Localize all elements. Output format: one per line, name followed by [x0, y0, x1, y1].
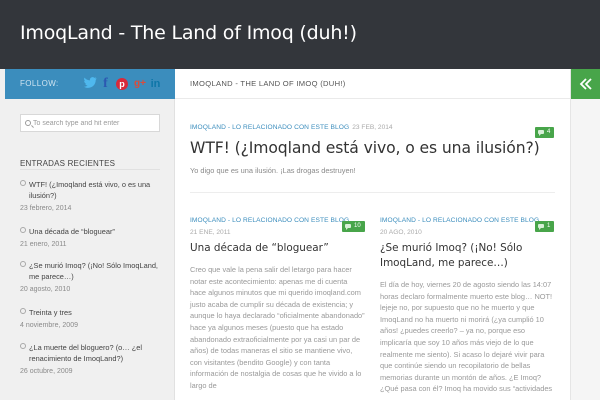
site-header: ImoqLand - The Land of Imoq (duh!)	[0, 0, 600, 69]
post-excerpt: Creo que vale la pena salir del letargo …	[190, 265, 365, 390]
post-date: 23 FEB, 2014	[352, 124, 393, 131]
post-category: IMOQLAND - LO RELACIONADO CON ESTE BLOG	[190, 217, 349, 224]
recent-post-link[interactable]: ¿La muerte del bloguero? (o… ¿el renacim…	[20, 342, 160, 364]
recent-post-date: 21 enero, 2011	[20, 241, 67, 248]
featured-post-meta: IMOQLAND - LO RELACIONADO CON ESTE BLOG 2…	[190, 124, 393, 131]
recent-posts-title: ENTRADAS RECIENTES	[20, 159, 116, 168]
breadcrumb: IMOQLAND - THE LAND OF IMOQ (DUH!)	[190, 79, 346, 88]
widget-divider	[20, 169, 160, 170]
right-sidebar-strip	[570, 69, 600, 400]
bullet-icon	[20, 227, 26, 233]
featured-post-excerpt: Yo digo que es una ilusión. ¡Las drogas …	[190, 166, 356, 175]
search-input[interactable]	[33, 116, 159, 130]
post-title[interactable]: Una década de “bloguear”	[190, 241, 365, 256]
bullet-icon	[20, 180, 26, 186]
post-category: IMOQLAND - LO RELACIONADO CON ESTE BLOG	[380, 217, 539, 224]
recent-post-item: Una década de “bloguear” 21 enero, 2011	[20, 226, 160, 250]
search-box	[20, 114, 160, 132]
featured-divider	[190, 192, 555, 193]
category-link[interactable]: IMOQLAND - LO RELACIONADO CON ESTE BLOG	[380, 217, 539, 224]
sidebar: FOLLOW: f p g+ in ENTRADAS RECIENTES WTF…	[5, 69, 175, 400]
post-title[interactable]: ¿Se murió Imoq? (¡No! Sólo ImoqLand, me …	[380, 241, 558, 271]
linkedin-icon[interactable]: in	[150, 77, 161, 91]
pinterest-icon[interactable]: p	[116, 78, 128, 90]
recent-post-link[interactable]: WTF! (¿Imoqland está vivo, o es una ilus…	[20, 179, 160, 201]
recent-post-item: ¿La muerte del bloguero? (o… ¿el renacim…	[20, 342, 160, 377]
facebook-icon[interactable]: f	[101, 77, 110, 91]
double-chevron-left-icon	[579, 78, 592, 90]
recent-post-item: ¿Se murió Imoq? (¡No! Sólo ImoqLand, me …	[20, 260, 160, 295]
search-icon	[25, 120, 31, 126]
post-date: 21 ENE, 2011	[190, 229, 231, 236]
recent-post-link[interactable]: Treinta y tres	[20, 307, 160, 318]
post-excerpt: El día de hoy, viernes 20 de agosto sien…	[380, 280, 553, 394]
recent-post-date: 20 agosto, 2010	[20, 286, 71, 293]
recent-post-link[interactable]: ¿Se murió Imoq? (¡No! Sólo ImoqLand, me …	[20, 260, 160, 282]
post-date: 20 AGO, 2010	[380, 229, 422, 236]
comment-count-badge[interactable]: 1	[535, 221, 555, 232]
follow-label: FOLLOW:	[20, 79, 59, 88]
follow-bar: FOLLOW: f p g+ in	[5, 69, 175, 99]
recent-post-date: 23 febrero, 2014	[20, 205, 72, 212]
sidebar-toggle-button[interactable]	[571, 69, 600, 99]
recent-post-item: WTF! (¿Imoqland está vivo, o es una ilus…	[20, 179, 160, 214]
site-title[interactable]: ImoqLand - The Land of Imoq (duh!)	[20, 22, 357, 44]
recent-post-item: Treinta y tres 4 noviembre, 2009	[20, 307, 160, 331]
comment-count-badge[interactable]: 4	[535, 127, 555, 138]
google-plus-icon[interactable]: g+	[133, 77, 147, 91]
recent-post-link[interactable]: Una década de “bloguear”	[20, 226, 160, 237]
breadcrumb-bar: IMOQLAND - THE LAND OF IMOQ (DUH!)	[175, 69, 570, 99]
bullet-icon	[20, 343, 26, 349]
bullet-icon	[20, 308, 26, 314]
recent-post-date: 4 noviembre, 2009	[20, 322, 78, 329]
twitter-icon[interactable]	[84, 77, 97, 91]
main-content: IMOQLAND - THE LAND OF IMOQ (DUH!) IMOQL…	[175, 69, 570, 400]
category-link[interactable]: IMOQLAND - LO RELACIONADO CON ESTE BLOG	[190, 124, 349, 131]
comment-count-badge[interactable]: 10	[342, 221, 365, 232]
bullet-icon	[20, 261, 26, 267]
featured-post-title[interactable]: WTF! (¿Imoqland está vivo, o es una ilus…	[190, 139, 540, 157]
category-link[interactable]: IMOQLAND - LO RELACIONADO CON ESTE BLOG	[190, 217, 349, 224]
recent-post-date: 26 octubre, 2009	[20, 368, 73, 375]
